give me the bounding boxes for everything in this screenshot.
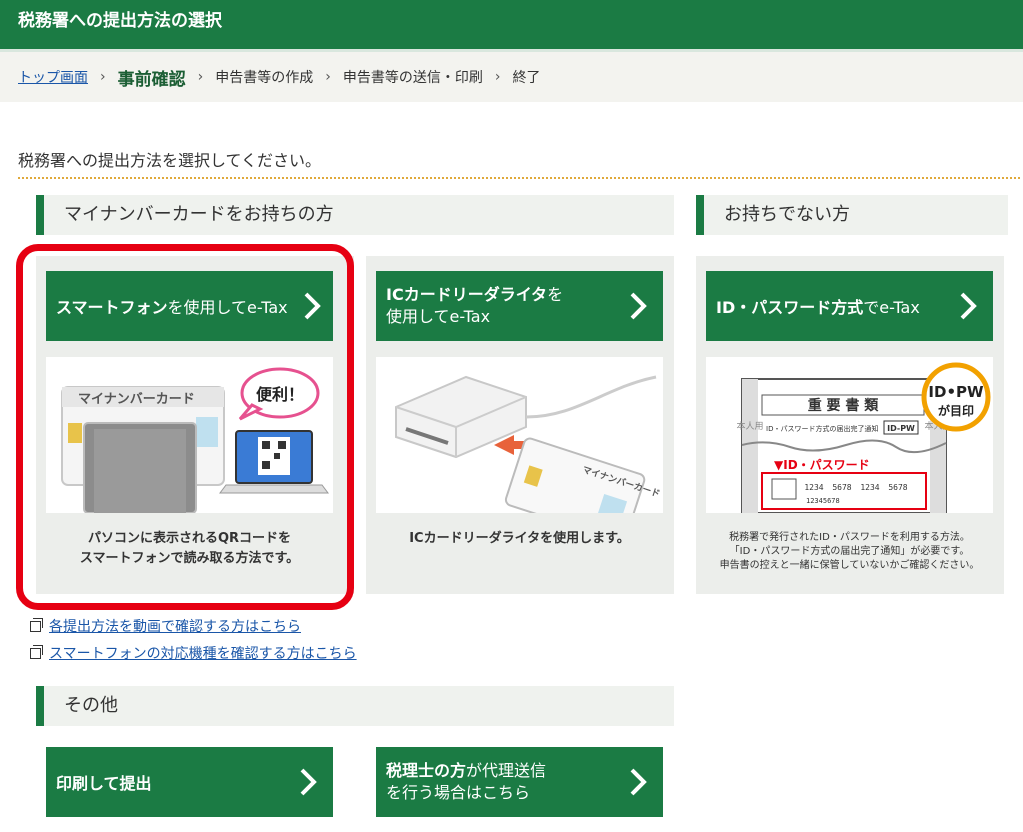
page-header: 税務署への提出方法の選択 [0, 0, 1023, 49]
print-submit-label: 印刷して提出 [56, 774, 152, 793]
illus-idpw-tag: ID-PW [887, 424, 915, 433]
breadcrumb-separator: › [197, 69, 204, 85]
breadcrumb: トップ画面 › 事前確認 › 申告書等の作成 › 申告書等の送信・印刷 › 終了 [0, 52, 1023, 102]
print-submit-button[interactable]: 印刷して提出 [46, 747, 333, 817]
illus-num1: 1234 [804, 483, 823, 492]
page-header-title: 税務署への提出方法の選択 [18, 11, 222, 31]
idpw-etax-button[interactable]: ID・パスワード方式でe-Tax [706, 271, 993, 341]
section-heading-mynumber: マイナンバーカードをお持ちの方 [36, 195, 674, 235]
icreader-etax-label: ICカードリーダライタを 使用してe-Tax [386, 284, 563, 328]
idpw-illustration: 本人用 本人用 重 要 書 類 ID・パスワード方式の届出完了通知 ID-PW … [706, 357, 993, 513]
breadcrumb-top-link[interactable]: トップ画面 [18, 67, 88, 87]
external-window-icon [30, 644, 43, 659]
section-heading-other: その他 [36, 686, 674, 726]
breadcrumb-step-create: 申告書等の作成 [215, 70, 314, 86]
idpw-etax-label-normal: でe-Tax [863, 298, 920, 317]
external-window-icon [30, 617, 43, 632]
illus-num4: 5678 [888, 483, 907, 492]
breadcrumb-current-step: 事前確認 [117, 69, 186, 90]
idpw-description: 税務署で発行されたID・パスワードを利用する方法。 「ID・パスワード方式の届出… [706, 531, 993, 573]
chevron-right-icon [630, 768, 647, 796]
dotted-divider [18, 177, 1020, 179]
illus-doc-sub: ID・パスワード方式の届出完了通知 [766, 424, 878, 433]
breadcrumb-separator: › [325, 69, 331, 85]
breadcrumb-separator: › [494, 69, 501, 85]
smartphone-description-line2: スマートフォンで読み取る方法です。 [79, 551, 300, 566]
chevron-right-icon [304, 292, 321, 320]
icreader-etax-button[interactable]: ICカードリーダライタを 使用してe-Tax [376, 271, 663, 341]
illus-bubble-text: 便利！ [256, 385, 304, 404]
smartphone-illustration: マイナンバーカード 便利！ [46, 357, 333, 513]
tax-accountant-label-normal1: が代理送信 [466, 761, 547, 780]
breadcrumb-step-send: 申告書等の送信・印刷 [342, 70, 483, 86]
smartphone-etax-label: スマートフォンを使用してe-Tax [56, 294, 288, 318]
idpw-etax-label-bold: ID・パスワード方式 [716, 298, 864, 317]
icreader-etax-label-bold: ICカードリーダライタ [386, 285, 548, 304]
idpw-etax-label: ID・パスワード方式でe-Tax [716, 294, 920, 318]
section-heading-no-card: お持ちでない方 [696, 195, 1008, 235]
smartphone-etax-label-normal: を使用してe-Tax [167, 298, 288, 317]
icreader-description: ICカードリーダライタを使用します。 [409, 531, 630, 546]
smartphone-description: パソコンに表示されるQRコードを スマートフォンで読み取る方法です。 [46, 529, 333, 569]
illus-num2: 5678 [832, 483, 851, 492]
icreader-etax-label-normal2: 使用してe-Tax [386, 307, 491, 326]
supported-models-link-text[interactable]: スマートフォンの対応機種を確認する方はこちら [49, 643, 357, 663]
chevron-right-icon [630, 292, 647, 320]
illus-doc-title: 重 要 書 類 [808, 397, 880, 414]
illus-badge-bottom: が目印 [938, 403, 974, 418]
illus-num3: 1234 [860, 483, 879, 492]
chevron-right-icon [960, 292, 977, 320]
supported-models-link[interactable]: スマートフォンの対応機種を確認する方はこちら [30, 643, 357, 663]
illus-card-label: マイナンバーカード [78, 392, 195, 407]
tax-accountant-label: 税理士の方が代理送信 を行う場合はこちら [386, 760, 546, 804]
idpw-description-line3: 申告書の控えと一緒に保管していないかご確認ください。 [719, 560, 980, 571]
section-heading-no-card-text: お持ちでない方 [724, 204, 850, 225]
idpw-description-line1: 税務署で発行されたID・パスワードを利用する方法。 [729, 532, 970, 543]
chevron-right-icon [300, 768, 317, 796]
idpw-description-line2: 「ID・パスワード方式の届出完了通知」が必要です。 [729, 546, 970, 557]
smartphone-description-line1: パソコンに表示されるQRコードを [87, 531, 292, 546]
illus-num5: 12345678 [806, 497, 840, 505]
section-heading-mynumber-text: マイナンバーカードをお持ちの方 [64, 204, 334, 225]
breadcrumb-step-end: 終了 [512, 70, 541, 86]
tax-accountant-label-line2: を行う場合はこちら [386, 783, 531, 802]
video-link[interactable]: 各提出方法を動画で確認する方はこちら [30, 616, 301, 636]
smartphone-etax-label-bold: スマートフォン [56, 298, 168, 317]
smartphone-etax-button[interactable]: スマートフォンを使用してe-Tax [46, 271, 333, 341]
illus-side-left: 本人用 [736, 420, 763, 432]
breadcrumb-separator: › [100, 69, 106, 85]
icreader-etax-label-normal1: を [547, 285, 564, 304]
illus-badge-top: ID•PW [928, 383, 984, 401]
lead-text: 税務署への提出方法を選択してください。 [18, 151, 322, 170]
video-link-text[interactable]: 各提出方法を動画で確認する方はこちら [49, 616, 301, 636]
illus-idpw-label: ▼ID・パスワード [774, 458, 870, 472]
section-heading-other-text: その他 [64, 695, 118, 716]
tax-accountant-button[interactable]: 税理士の方が代理送信 を行う場合はこちら [376, 747, 663, 817]
icreader-illustration: マイナンバーカード [376, 357, 663, 513]
tax-accountant-label-bold: 税理士の方 [386, 761, 467, 780]
